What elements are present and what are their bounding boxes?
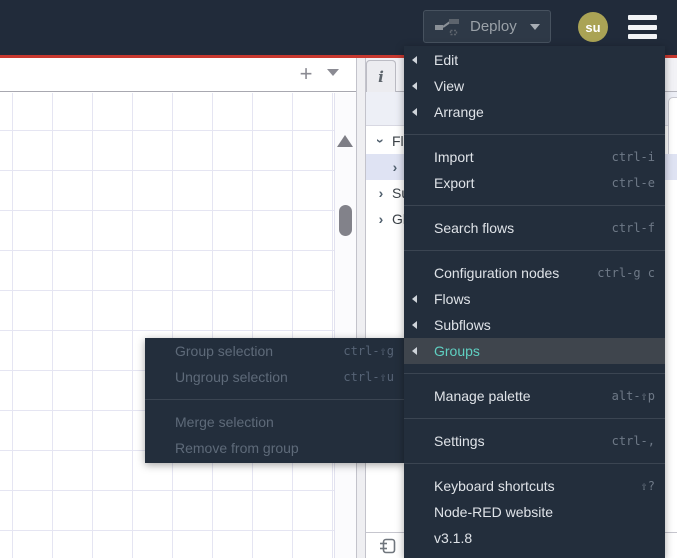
menu-item-manage-palette[interactable]: Manage palette alt-⇧p: [404, 383, 665, 409]
flow-list-caret-icon[interactable]: [327, 69, 339, 76]
submenu-arrow-icon: [412, 295, 417, 303]
menu-item-label: Edit: [434, 52, 459, 68]
info-icon: i: [378, 67, 384, 86]
add-flow-button[interactable]: +: [292, 60, 320, 88]
menu-item-shortcut: alt-⇧p: [611, 389, 655, 403]
menu-item-configuration-nodes[interactable]: Configuration nodes ctrl-g c: [404, 260, 665, 286]
menu-item-shortcut: ⇧?: [640, 479, 655, 493]
menu-separator: [404, 418, 665, 419]
submenu-item-merge-selection: Merge selection: [145, 409, 404, 435]
user-avatar[interactable]: su: [578, 12, 608, 42]
menu-item-label: Subflows: [434, 317, 491, 333]
menu-separator: [404, 134, 665, 135]
chevron-right-icon[interactable]: ›: [388, 159, 402, 175]
menu-item-groups[interactable]: Groups: [404, 338, 665, 364]
menu-item-label: Configuration nodes: [434, 265, 560, 281]
menu-item-view[interactable]: View: [404, 73, 665, 99]
menu-item-shortcut: ctrl-⇧g: [343, 344, 394, 358]
menu-item-label: v3.1.8: [434, 530, 473, 546]
submenu-item-group-selection: Group selection ctrl-⇧g: [145, 338, 404, 364]
menu-separator: [404, 373, 665, 374]
deploy-caret-icon[interactable]: [530, 23, 540, 30]
submenu-arrow-icon: [412, 82, 417, 90]
canvas-scrollbar[interactable]: [334, 93, 356, 558]
menu-item-shortcut: ctrl-⇧u: [343, 370, 394, 384]
submenu-arrow-icon: [412, 347, 417, 355]
chevron-down-icon[interactable]: ›: [373, 134, 389, 148]
menu-item-v3.1.8[interactable]: v3.1.8: [404, 525, 665, 551]
node-icon[interactable]: [379, 537, 397, 555]
scrollbar-thumb[interactable]: [339, 205, 352, 236]
chevron-right-icon[interactable]: ›: [374, 185, 388, 201]
menu-item-import[interactable]: Import ctrl-i: [404, 144, 665, 170]
menu-item-shortcut: ctrl-e: [611, 176, 655, 190]
deploy-label: Deploy: [470, 18, 517, 35]
submenu-arrow-icon: [412, 108, 417, 116]
menu-item-shortcut: ctrl-f: [611, 221, 655, 235]
menu-item-arrange[interactable]: Arrange: [404, 99, 665, 125]
submenu-arrow-icon: [412, 321, 417, 329]
node-red-editor: + i i › Flo: [0, 0, 677, 558]
menu-item-search-flows[interactable]: Search flows ctrl-f: [404, 215, 665, 241]
main-menu: Edit View Arrange Import ctrl-i Export c…: [404, 46, 665, 558]
menu-item-label: Flows: [434, 291, 471, 307]
menu-item-label: Ungroup selection: [175, 369, 288, 385]
deploy-button[interactable]: Deploy: [423, 10, 551, 43]
scroll-up-icon[interactable]: [337, 135, 353, 147]
sidebar-tab-info-i[interactable]: i: [366, 60, 396, 92]
menu-item-shortcut: ctrl-i: [611, 150, 655, 164]
menu-item-label: Import: [434, 149, 474, 165]
menu-item-keyboard-shortcuts[interactable]: Keyboard shortcuts ⇧?: [404, 473, 665, 499]
menu-item-shortcut: ctrl-,: [611, 434, 655, 448]
chevron-right-icon[interactable]: ›: [374, 211, 388, 227]
menu-item-label: Manage palette: [434, 388, 531, 404]
menu-item-subflows[interactable]: Subflows: [404, 312, 665, 338]
menu-item-label: Groups: [434, 343, 480, 359]
menu-item-shortcut: ctrl-g c: [597, 266, 655, 280]
menu-item-edit[interactable]: Edit: [404, 47, 665, 73]
menu-item-label: Export: [434, 175, 475, 191]
menu-item-settings[interactable]: Settings ctrl-,: [404, 428, 665, 454]
menu-separator: [404, 205, 665, 206]
menu-item-flows[interactable]: Flows: [404, 286, 665, 312]
flow-canvas[interactable]: [0, 93, 356, 558]
workspace-tab-bar: +: [0, 58, 356, 92]
menu-item-label: Node-RED website: [434, 504, 554, 520]
flow-workspace: +: [0, 58, 356, 558]
menu-separator: [145, 399, 404, 400]
menu-item-label: Settings: [434, 433, 485, 449]
menu-item-node-red-website[interactable]: Node-RED website: [404, 499, 665, 525]
menu-item-label: Arrange: [434, 104, 484, 120]
deploy-icon: [435, 18, 459, 35]
submenu-item-ungroup-selection: Ungroup selection ctrl-⇧u: [145, 364, 404, 390]
menu-item-label: Remove from group: [175, 440, 299, 456]
menu-item-label: Search flows: [434, 220, 515, 236]
menu-item-label: Merge selection: [175, 414, 274, 430]
sidebar-splitter[interactable]: [356, 58, 366, 558]
menu-item-label: Group selection: [175, 343, 274, 359]
menu-separator: [404, 250, 665, 251]
groups-submenu: Group selection ctrl-⇧g Ungroup selectio…: [145, 338, 404, 463]
menu-item-label: Keyboard shortcuts: [434, 478, 555, 494]
menu-item-label: View: [434, 78, 465, 94]
submenu-item-remove-from-group: Remove from group: [145, 435, 404, 461]
submenu-arrow-icon: [412, 56, 417, 64]
menu-separator: [404, 463, 665, 464]
hamburger-menu-icon[interactable]: [628, 15, 657, 39]
menu-item-export[interactable]: Export ctrl-e: [404, 170, 665, 196]
